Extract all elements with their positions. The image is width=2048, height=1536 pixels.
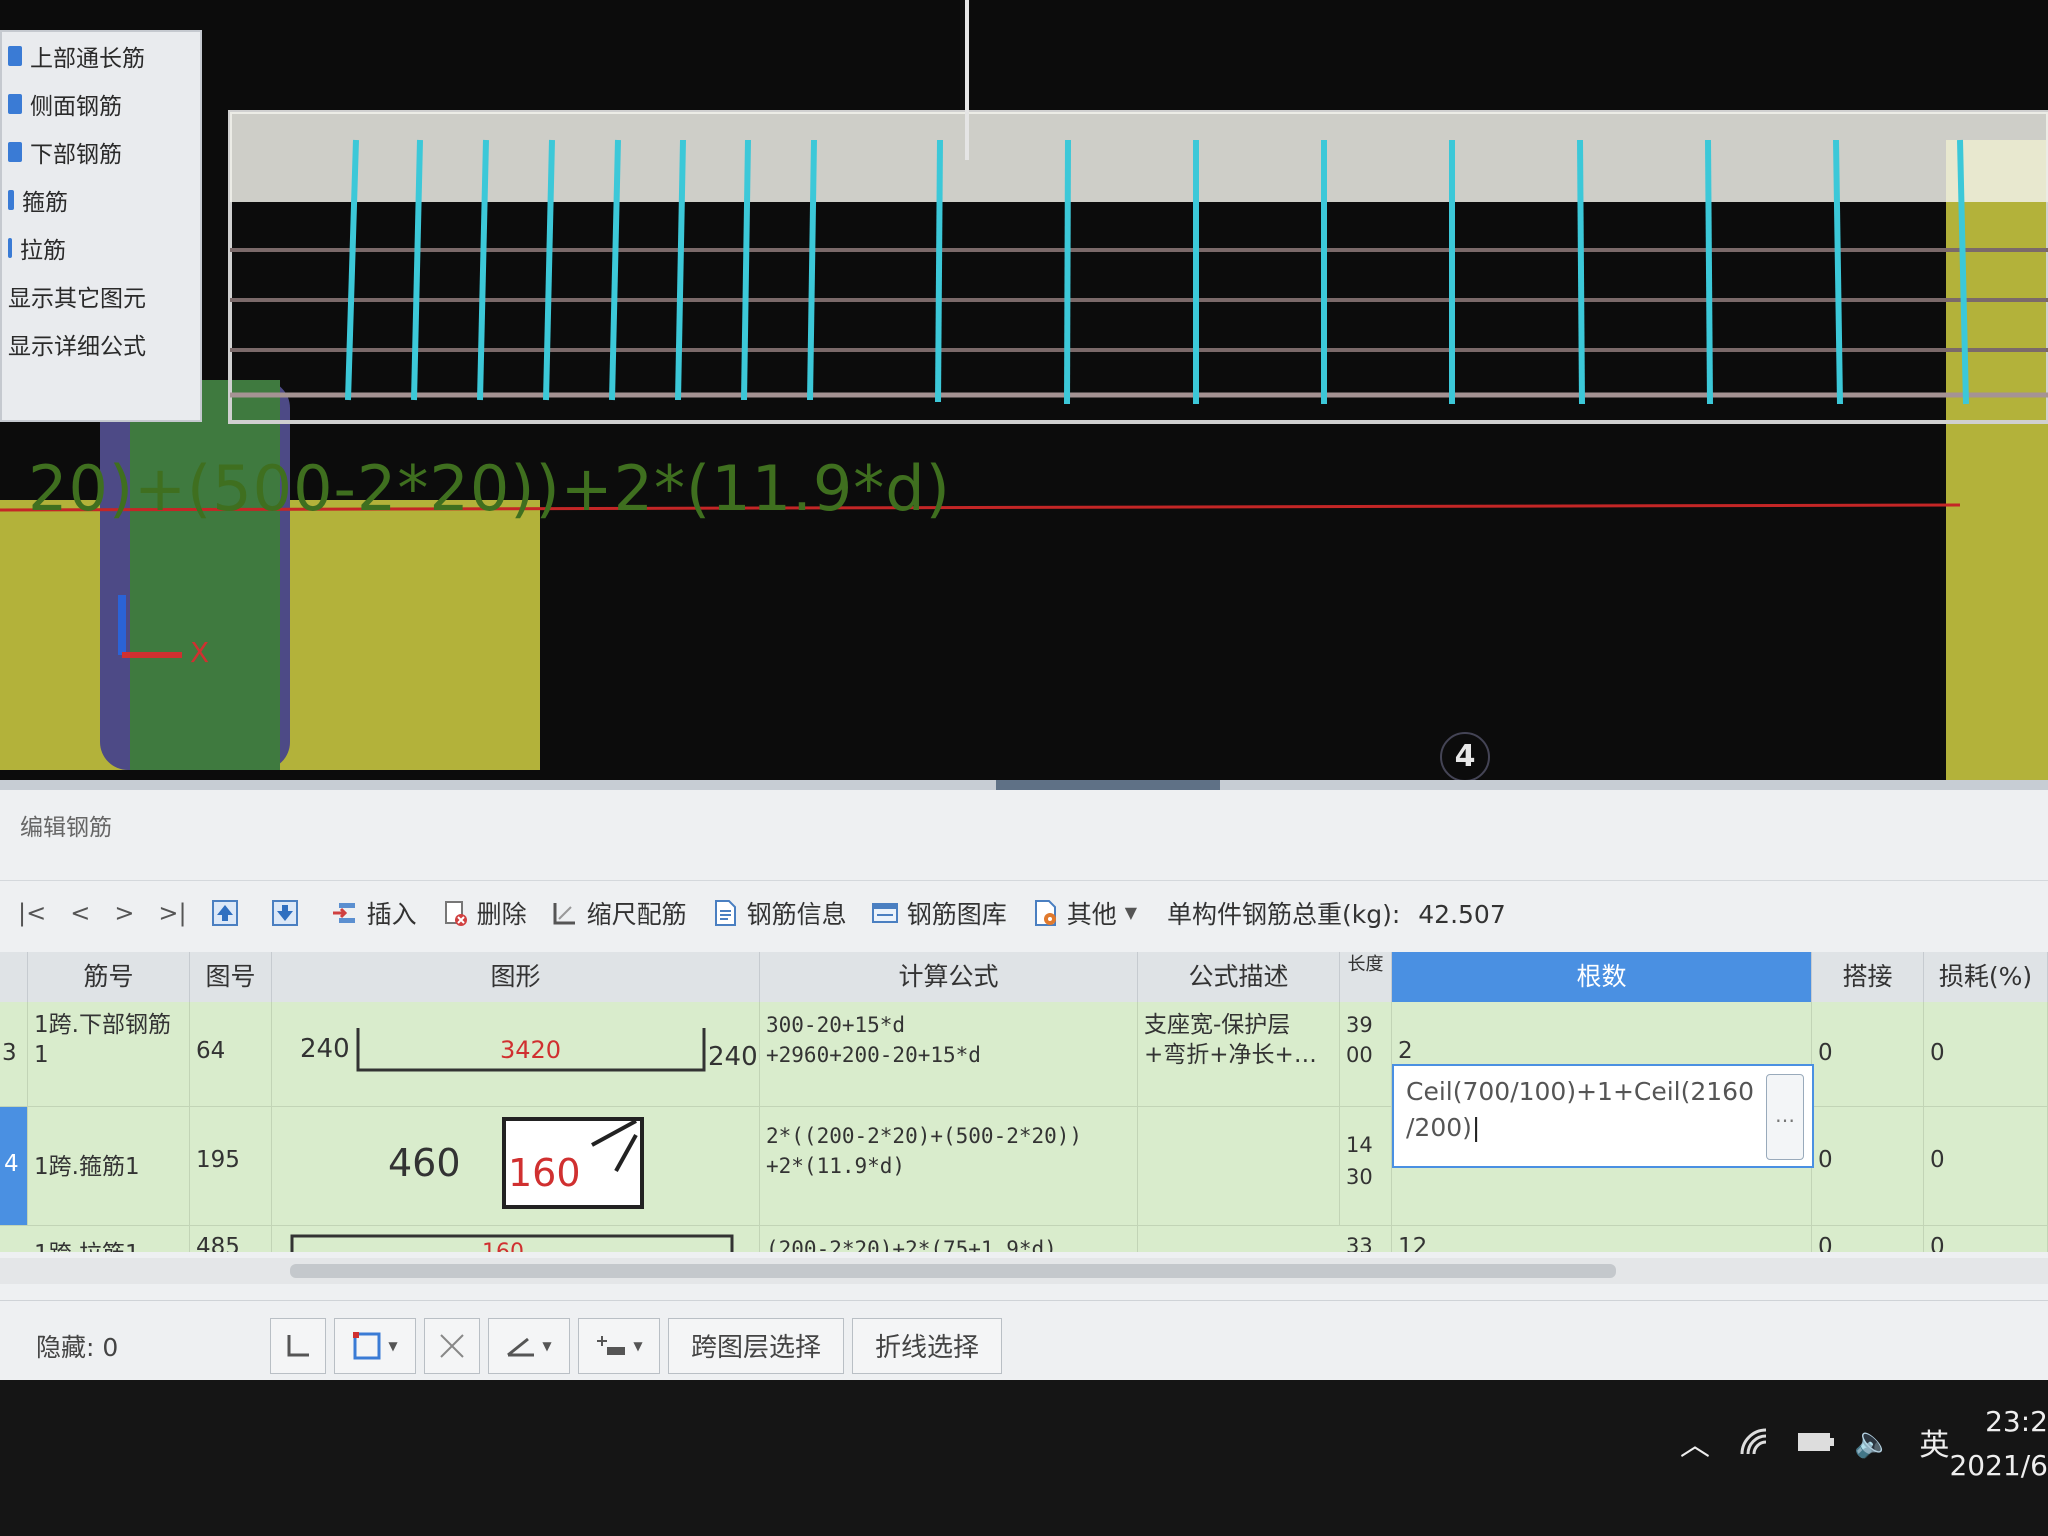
option-stirrup[interactable]: 箍筋 (2, 176, 200, 224)
insert-icon (332, 902, 355, 923)
cross-layer-select-button[interactable]: 跨图层选择 (668, 1317, 845, 1374)
axis-x-label: X (190, 636, 210, 669)
snap-icon (597, 1335, 626, 1355)
select-box-tool-button[interactable]: ▼ (334, 1317, 416, 1374)
system-clock[interactable]: 23:2 2021/6 (1949, 1400, 2048, 1488)
delete-button[interactable]: 删除 (441, 895, 527, 931)
option-bottom-bar[interactable]: 下部钢筋 (2, 128, 200, 176)
display-options-panel: 上部通长筋 侧面钢筋 下部钢筋 箍筋 拉筋 显示其它图元 显示详细公式 (0, 30, 202, 422)
col-bar-no[interactable]: 筋号 (28, 952, 190, 1002)
grid-marker-label: 4 (1440, 732, 1490, 782)
nav-last-button[interactable]: >| (158, 899, 186, 927)
checkbox-icon[interactable] (8, 46, 22, 66)
scale-rebar-button[interactable]: 缩尺配筋 (551, 895, 687, 931)
splitter-grip[interactable] (996, 780, 1220, 790)
panel-splitter[interactable] (0, 780, 2048, 790)
document-icon (714, 899, 736, 926)
nav-prev-button[interactable]: < (70, 899, 90, 927)
shape-preview: 460 160 (272, 1107, 760, 1225)
move-down-icon (271, 899, 298, 926)
system-tray: ︿ 🔈 英 (1680, 1420, 1949, 1464)
rebar-editor-panel: 编辑钢筋 |< < > >| 插入 删除 缩尺配筋 钢筋信息 钢筋图库 其他 ▼… (0, 780, 2048, 1400)
col-loss[interactable]: 损耗(%) (1924, 952, 2048, 1002)
col-count[interactable]: 根数 (1392, 952, 1812, 1002)
3d-viewport[interactable]: 20)+(500-2*20))+2*(11.9*d) X Z 4 上部通长筋 侧… (0, 0, 2048, 790)
beam-3d-drawing (0, 0, 2048, 790)
snap-tool-button[interactable]: ▼ (578, 1317, 660, 1374)
orthogonal-icon (287, 1334, 309, 1356)
chevron-down-icon: ▼ (1124, 903, 1138, 922)
angle-tool-button[interactable]: ▼ (488, 1317, 570, 1374)
chevron-down-icon: ▼ (633, 1338, 643, 1353)
chevron-up-icon[interactable]: ︿ (1680, 1420, 1710, 1464)
total-weight: 单构件钢筋总重(kg): 42.507 (1167, 899, 1506, 929)
move-up-icon (211, 899, 238, 926)
cross-icon (440, 1333, 464, 1358)
horizontal-scrollbar[interactable] (0, 1258, 2048, 1284)
option-tie-bar[interactable]: 拉筋 (2, 224, 200, 272)
checkbox-icon[interactable] (8, 142, 22, 162)
cross-tool-button[interactable] (424, 1317, 480, 1374)
editor-toolbar: |< < > >| 插入 删除 缩尺配筋 钢筋信息 钢筋图库 其他 ▼ 单构件钢… (0, 880, 2048, 944)
option-top-long-bar[interactable]: 上部通长筋 (2, 32, 200, 80)
chevron-down-icon: ▼ (388, 1338, 398, 1353)
angle-icon (507, 1337, 535, 1356)
other-dropdown-button[interactable]: 其他 ▼ (1031, 895, 1137, 931)
hidden-count: 隐藏: 0 (36, 1332, 119, 1362)
col-formula[interactable]: 计算公式 (760, 952, 1138, 1002)
scale-rebar-icon (553, 902, 575, 924)
formula-overlay-text: 20)+(500-2*20))+2*(11.9*d) (28, 452, 951, 525)
ime-indicator[interactable]: 英 (1919, 1420, 1949, 1464)
battery-icon[interactable] (1796, 1429, 1836, 1455)
table-header: 筋号 图号 图形 计算公式 公式描述 长度 根数 搭接 损耗(%) (0, 952, 2048, 1003)
table-row[interactable]: 1跨.拉筋1 485 160 (200-2*20)+2*(75+1.9*d) 3… (0, 1226, 2048, 1252)
rebar-library-button[interactable]: 钢筋图库 (871, 895, 1007, 931)
polyline-select-button[interactable]: 折线选择 (852, 1317, 1003, 1374)
nav-next-button[interactable]: > (114, 899, 134, 927)
status-bar: 隐藏: 0 ▼ ▼ ▼ 跨图层选择 折线选择 (0, 1300, 2048, 1390)
chevron-down-icon: ▼ (542, 1338, 552, 1353)
checkbox-icon[interactable] (8, 190, 14, 210)
option-show-detail-formula[interactable]: 显示详细公式 (2, 320, 200, 368)
option-show-other-elements[interactable]: 显示其它图元 (2, 272, 200, 320)
windows-taskbar: ︿ 🔈 英 23:2 2021/6 (0, 1380, 2048, 1536)
scrollbar-thumb[interactable] (290, 1264, 1616, 1278)
option-side-bar[interactable]: 侧面钢筋 (2, 80, 200, 128)
orthogonal-tool-button[interactable] (270, 1317, 326, 1374)
move-down-button[interactable] (271, 899, 307, 927)
panel-title: 编辑钢筋 (20, 815, 112, 841)
library-icon (871, 902, 898, 923)
rebar-info-button[interactable]: 钢筋信息 (711, 895, 847, 931)
col-shape[interactable]: 图形 (272, 952, 760, 1002)
rebar-table: 筋号 图号 图形 计算公式 公式描述 长度 根数 搭接 损耗(%) 3 1跨.下… (0, 952, 2048, 1252)
col-lap[interactable]: 搭接 (1812, 952, 1924, 1002)
move-up-button[interactable] (211, 899, 247, 927)
select-box-icon (353, 1331, 381, 1359)
col-length[interactable]: 长度 (1340, 952, 1392, 1002)
checkbox-icon[interactable] (8, 238, 12, 258)
col-formula-desc[interactable]: 公式描述 (1138, 952, 1340, 1002)
insert-button[interactable]: 插入 (331, 895, 417, 931)
volume-icon[interactable]: 🔈 (1854, 1425, 1891, 1460)
ellipsis-button[interactable]: … (1766, 1074, 1804, 1160)
wifi-icon[interactable] (1738, 1426, 1774, 1458)
nav-first-button[interactable]: |< (18, 899, 46, 927)
col-shape-no[interactable]: 图号 (190, 952, 272, 1002)
delete-icon (444, 900, 467, 926)
settings-document-icon (1034, 899, 1056, 926)
shape-preview: 240 3420 240 (272, 1002, 760, 1106)
count-edit-field[interactable]: Ceil(700/100)+1+Ceil(2160 /200)| … (1392, 1064, 1814, 1168)
checkbox-icon[interactable] (8, 94, 22, 114)
shape-preview: 160 (272, 1226, 760, 1252)
